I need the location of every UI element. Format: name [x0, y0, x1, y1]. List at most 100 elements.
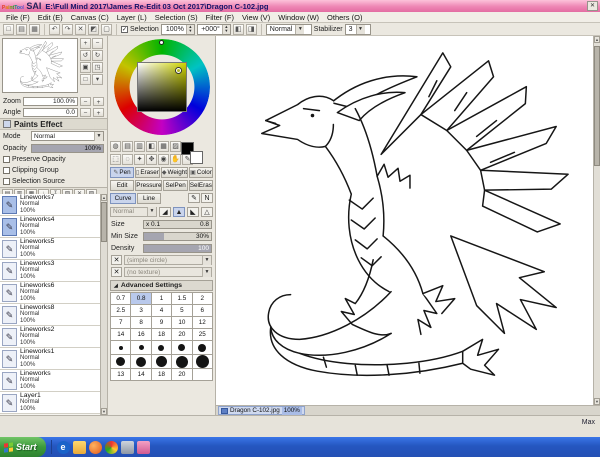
tab-weight[interactable]: ◆ Weight [161, 167, 188, 178]
nav-rotate-ccw-icon[interactable]: ↺ [80, 50, 91, 61]
tab-eraser[interactable]: ▯ Eraser [135, 167, 160, 178]
navigator-angle-value[interactable]: 0.0 [23, 108, 78, 117]
scrollbar-thumb[interactable] [594, 46, 600, 166]
nav-zoom-out-icon[interactable]: − [92, 38, 103, 49]
tab-pen[interactable]: ✎ Pen [110, 167, 134, 178]
brush-blend-select[interactable]: Normal ▼ [110, 207, 157, 217]
size-preset-dot[interactable] [152, 341, 171, 354]
hue-marker[interactable] [159, 40, 164, 45]
clipping-group-checkbox[interactable] [3, 167, 10, 174]
size-preset[interactable]: 16 [131, 329, 150, 340]
close-button[interactable]: ✕ [587, 1, 598, 11]
tab-pressure[interactable]: Pressure [135, 180, 162, 191]
menu-selection[interactable]: Selection (S) [151, 13, 202, 22]
size-preset[interactable]: 12 [193, 317, 212, 328]
brush-tip-3-icon[interactable]: ◣ [187, 207, 199, 217]
menu-canvas[interactable]: Canvas (C) [67, 13, 113, 22]
firefox-icon[interactable] [89, 441, 102, 454]
layer-thumbnail-icon[interactable]: ✎ [2, 394, 17, 412]
layer-item[interactable]: ✎ Lineworks6 Normal 100% [0, 282, 100, 304]
menu-others[interactable]: Others (O) [323, 13, 366, 22]
flip-horizontal-icon[interactable]: ◧ [233, 24, 244, 35]
size-preset[interactable]: 25 [193, 329, 212, 340]
scrollbar-thumb[interactable] [101, 202, 107, 242]
size-preset[interactable]: 18 [152, 329, 171, 340]
save-file-icon[interactable]: ▦ [29, 24, 40, 35]
menu-window[interactable]: Window (W) [274, 13, 323, 22]
canvas-vertical-scrollbar[interactable]: ▲ ▼ [593, 36, 600, 405]
folder-icon[interactable] [73, 441, 86, 454]
layer-thumbnail-icon[interactable]: ✎ [2, 306, 17, 324]
size-preset[interactable]: 20 [172, 329, 191, 340]
spin-down-icon[interactable]: ▼ [222, 29, 230, 34]
size-preset[interactable]: 14 [131, 369, 150, 380]
brush-tip-1-icon[interactable]: ◢ [159, 207, 171, 217]
chevron-down-icon[interactable]: ▼ [295, 25, 304, 34]
tab-selpen[interactable]: SelPen [163, 180, 187, 191]
tab-seleras[interactable]: SelEras [189, 180, 213, 191]
size-preset[interactable]: 3 [131, 305, 150, 316]
menu-layer[interactable]: Layer (L) [113, 13, 151, 22]
layer-thumbnail-icon[interactable]: ✎ [2, 372, 17, 390]
layer-thumbnail-icon[interactable]: ✎ [2, 262, 17, 280]
clear-edge-icon[interactable]: ✕ [111, 255, 122, 265]
chevron-down-icon[interactable]: ▼ [147, 207, 156, 216]
zoom-spinner[interactable]: 100% ▲▼ [161, 24, 195, 35]
canvas-tab[interactable]: Dragon C-102.jpg 100% [218, 406, 305, 415]
size-preset[interactable]: 8 [131, 317, 150, 328]
layer-item[interactable]: ✎ Lineworks7 Normal 100% [0, 194, 100, 216]
size-preset-dot[interactable] [172, 341, 191, 354]
size-preset[interactable]: 2 [193, 293, 212, 304]
start-button[interactable]: Start [0, 437, 46, 457]
layer-thumbnail-icon[interactable]: ✎ [2, 350, 17, 368]
scratchpad-icon[interactable]: ▨ [170, 141, 181, 152]
min-size-slider[interactable]: 30% [143, 232, 212, 241]
internet-explorer-icon[interactable]: e [57, 441, 70, 454]
size-preset[interactable] [193, 369, 212, 380]
size-preset-dot[interactable] [131, 355, 150, 368]
layer-thumbnail-icon[interactable]: ✎ [2, 218, 17, 236]
stabilizer-select[interactable]: 3 ▼ [345, 24, 371, 35]
size-preset[interactable]: 20 [172, 369, 191, 380]
brush-tip-4-icon[interactable]: △ [201, 207, 213, 217]
size-preset-dot[interactable] [193, 355, 212, 368]
angle-plus-icon[interactable]: + [93, 108, 104, 117]
color-wheel-icon[interactable]: ◍ [110, 141, 121, 152]
density-slider[interactable]: 100 [143, 244, 212, 253]
layer-thumbnail-icon[interactable]: ✎ [2, 284, 17, 302]
tab-color[interactable]: ▣ Color [189, 167, 213, 178]
nav-actual-size-icon[interactable]: ◳ [92, 62, 103, 73]
selection-source-checkbox[interactable] [3, 178, 10, 185]
size-preset[interactable]: 13 [111, 369, 130, 380]
layer-thumbnail-icon[interactable]: ✎ [2, 196, 17, 214]
wand-tool-icon[interactable]: ✦ [134, 154, 145, 165]
size-preset[interactable]: 10 [172, 317, 191, 328]
chevron-down-icon[interactable]: ▼ [94, 132, 103, 141]
size-slider[interactable]: x 0.1 0.8 [143, 220, 212, 229]
lasso-tool-icon[interactable]: ◌ [122, 154, 133, 165]
menu-file[interactable]: File (F) [2, 13, 34, 22]
drawing-canvas[interactable] [216, 36, 593, 405]
rgb-slider-icon[interactable]: ▤ [122, 141, 133, 152]
angle-spin-buttons[interactable]: ▲▼ [222, 25, 230, 34]
layer-item[interactable]: ✎ Layer1 Normal 100% [0, 392, 100, 414]
menu-edit[interactable]: Edit (E) [34, 13, 67, 22]
size-preset-dot[interactable] [152, 355, 171, 368]
saturation-value-marker[interactable] [176, 68, 181, 73]
layer-thumbnail-icon[interactable]: ✎ [2, 328, 17, 346]
scroll-down-icon[interactable]: ▼ [594, 398, 600, 405]
layer-thumbnail-icon[interactable]: ✎ [2, 240, 17, 258]
tab-curve[interactable]: Curve [110, 193, 136, 204]
size-preset[interactable]: 1.5 [172, 293, 191, 304]
blend-mode-select[interactable]: Normal ▼ [266, 24, 312, 35]
tab-line[interactable]: Line [137, 193, 161, 204]
layer-item[interactable]: ✎ Lineworks3 Normal 100% [0, 260, 100, 282]
zoom-minus-icon[interactable]: − [80, 97, 91, 106]
paint-app-icon[interactable] [137, 441, 150, 454]
size-preset[interactable]: 9 [152, 317, 171, 328]
size-preset[interactable]: 18 [152, 369, 171, 380]
size-preset[interactable]: 1 [152, 293, 171, 304]
swatches-icon[interactable]: ▦ [158, 141, 169, 152]
zoom-spin-buttons[interactable]: ▲▼ [186, 25, 194, 34]
scroll-up-icon[interactable]: ▲ [101, 194, 107, 201]
